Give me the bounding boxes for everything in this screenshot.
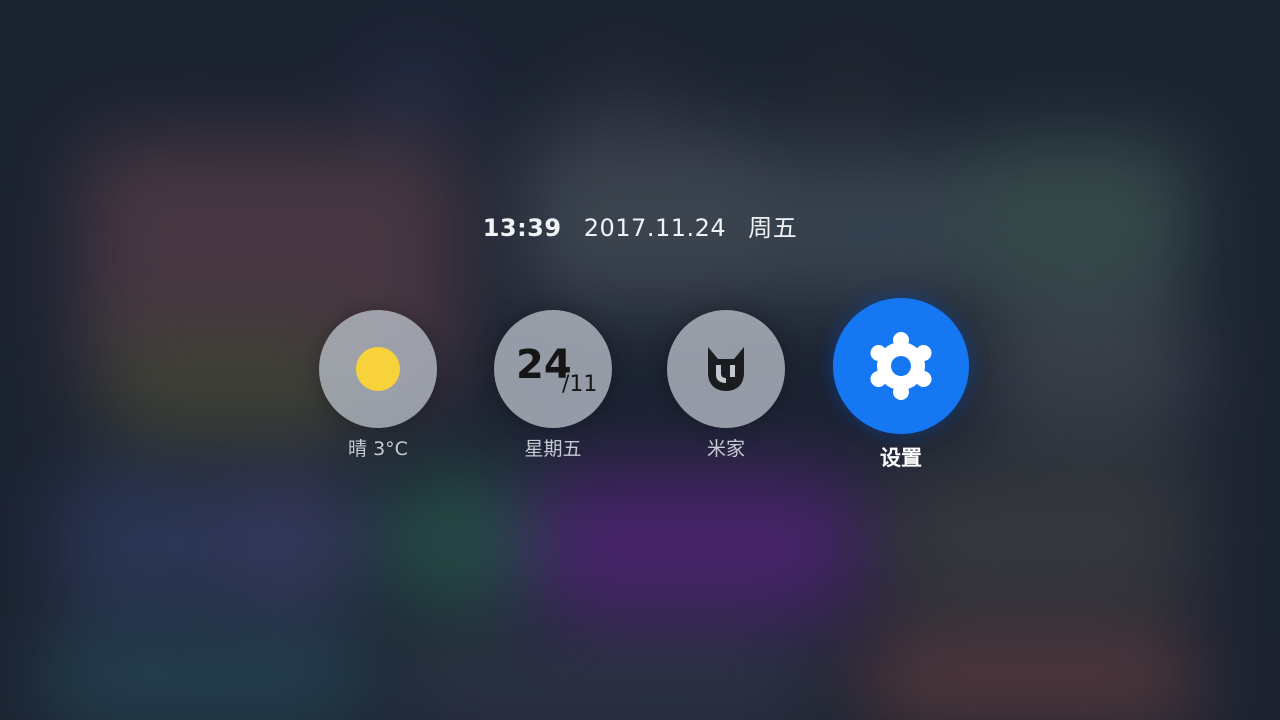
calendar-month: /11	[562, 372, 598, 397]
mijia-tile[interactable]: 米家	[666, 310, 786, 461]
mijia-logo-icon	[708, 347, 744, 391]
calendar-tile[interactable]: 24 /11 星期五	[493, 310, 613, 461]
current-weekday: 周五	[748, 214, 798, 242]
quick-launcher-screen: 13:39 2017.11.24 周五 晴 3°C 24 /11 星期五 米家	[0, 0, 1280, 720]
weather-label: 晴 3°C	[348, 438, 408, 460]
mijia-label: 米家	[706, 438, 745, 460]
current-date: 2017.11.24	[583, 214, 727, 242]
clock-time: 13:39	[482, 214, 562, 242]
calendar-date-icon: 24 /11	[508, 334, 598, 404]
datetime-header: 13:39 2017.11.24 周五	[0, 208, 1280, 243]
calendar-button[interactable]: 24 /11	[494, 310, 612, 428]
sun-icon	[356, 347, 400, 391]
settings-tile[interactable]: 设置	[832, 298, 970, 472]
weather-tile[interactable]: 晴 3°C	[318, 310, 438, 461]
weather-button[interactable]	[319, 310, 437, 428]
settings-label: 设置	[880, 446, 922, 470]
calendar-label: 星期五	[524, 438, 582, 460]
gear-icon	[870, 332, 932, 400]
settings-button[interactable]	[833, 298, 969, 434]
mijia-button[interactable]	[667, 310, 785, 428]
